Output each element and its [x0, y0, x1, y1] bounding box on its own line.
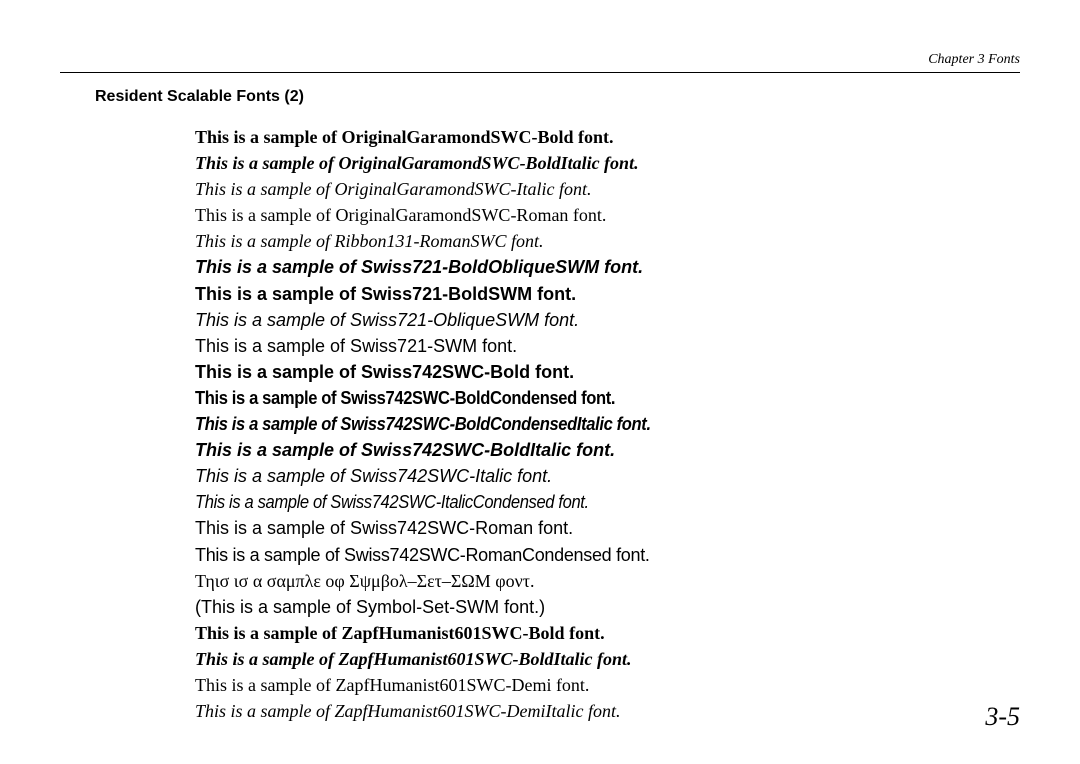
font-sample: This is a sample of Swiss742SWC-Bold fon… [195, 359, 1020, 385]
font-sample: This is a sample of Ribbon131-RomanSWC f… [195, 228, 1020, 254]
font-sample: This is a sample of ZapfHumanist601SWC-D… [195, 698, 1020, 724]
font-sample: Τηισ ισ α σαμπλε οφ Σψμβολ–Σετ–ΣΩΜ φοντ. [195, 568, 1020, 594]
font-sample: (This is a sample of Symbol-Set-SWM font… [195, 594, 1020, 620]
font-sample: This is a sample of Swiss742SWC-Roman fo… [195, 515, 1020, 541]
font-sample: This is a sample of Swiss721-BoldSWM fon… [195, 281, 1020, 307]
header-rule [60, 72, 1020, 73]
chapter-label: Chapter 3 Fonts [928, 52, 1020, 68]
font-sample-list: This is a sample of OriginalGaramondSWC-… [195, 124, 1020, 724]
font-sample: This is a sample of Swiss742SWC-ItalicCo… [195, 489, 954, 515]
font-sample: This is a sample of Swiss721-BoldOblique… [195, 254, 1020, 280]
font-sample: This is a sample of OriginalGaramondSWC-… [195, 150, 1020, 176]
section-title: Resident Scalable Fonts (2) [95, 88, 1020, 106]
font-sample: This is a sample of Swiss742SWC-BoldItal… [195, 437, 1020, 463]
document-page: Chapter 3 Fonts Resident Scalable Fonts … [0, 0, 1080, 764]
font-sample: This is a sample of OriginalGaramondSWC-… [195, 176, 1020, 202]
font-sample: This is a sample of Swiss742SWC-RomanCon… [195, 542, 1020, 568]
page-number: 3-5 [985, 702, 1020, 732]
font-sample: This is a sample of ZapfHumanist601SWC-B… [195, 646, 1020, 672]
font-sample: This is a sample of ZapfHumanist601SWC-B… [195, 620, 1020, 646]
font-sample: This is a sample of OriginalGaramondSWC-… [195, 202, 1020, 228]
font-sample: This is a sample of ZapfHumanist601SWC-D… [195, 672, 1020, 698]
font-sample: This is a sample of Swiss742SWC-BoldCond… [195, 411, 954, 437]
font-sample: This is a sample of Swiss721-ObliqueSWM … [195, 307, 1020, 333]
font-sample: This is a sample of Swiss742SWC-Italic f… [195, 463, 1020, 489]
font-sample: This is a sample of Swiss742SWC-BoldCond… [195, 385, 954, 411]
font-sample: This is a sample of Swiss721-SWM font. [195, 333, 1020, 359]
font-sample: This is a sample of OriginalGaramondSWC-… [195, 124, 1020, 150]
